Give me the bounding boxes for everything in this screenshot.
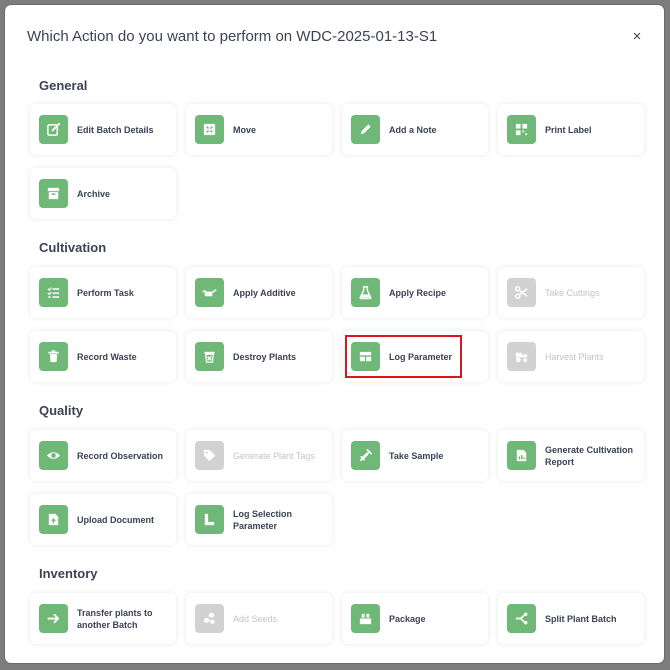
arrow-right-icon — [39, 604, 68, 633]
syringe-icon — [351, 441, 380, 470]
take-cuttings-button: Take Cuttings — [498, 267, 644, 318]
package-button[interactable]: Package — [342, 593, 488, 644]
apply-additive-button[interactable]: Apply Additive — [186, 267, 332, 318]
seeds-icon — [195, 604, 224, 633]
report-file-icon — [507, 441, 536, 470]
log-parameter-button[interactable]: Log Parameter — [342, 331, 488, 382]
log-selection-parameter-button[interactable]: Log Selection Parameter — [186, 494, 332, 545]
flask-icon — [351, 278, 380, 307]
package-boxes-icon — [351, 604, 380, 633]
perform-task-button[interactable]: Perform Task — [30, 267, 176, 318]
package-label: Package — [389, 613, 426, 624]
record-observation-label: Record Observation — [77, 450, 164, 461]
generate-plant-tags-label: Generate Plant Tags — [233, 450, 315, 461]
edit-batch-details-button[interactable]: Edit Batch Details — [30, 104, 176, 155]
task-list-icon — [39, 278, 68, 307]
archive-label: Archive — [77, 188, 111, 199]
archive-box-icon — [39, 179, 68, 208]
split-plant-batch-button[interactable]: Split Plant Batch — [498, 593, 644, 644]
add-note-button[interactable]: Add a Note — [342, 104, 488, 155]
apply-recipe-label: Apply Recipe — [389, 287, 447, 298]
print-label-button[interactable]: Print Label — [498, 104, 644, 155]
move-button[interactable]: Move — [186, 104, 332, 155]
tag-icon — [195, 441, 224, 470]
pencil-icon — [351, 115, 380, 144]
tractor-icon — [507, 342, 536, 371]
log-selection-parameter-label: Log Selection Parameter — [233, 508, 293, 531]
l-shape-icon — [195, 505, 224, 534]
trash-x-icon — [195, 342, 224, 371]
record-waste-button[interactable]: Record Waste — [30, 331, 176, 382]
split-plant-batch-label: Split Plant Batch — [545, 613, 617, 624]
add-note-label: Add a Note — [389, 124, 437, 135]
eye-icon — [39, 441, 68, 470]
move-arrows-icon — [195, 115, 224, 144]
destroy-plants-label: Destroy Plants — [233, 351, 297, 362]
section-title-inventory: Inventory — [39, 566, 98, 581]
apply-additive-label: Apply Additive — [233, 287, 296, 298]
generate-cultivation-report-label: Generate Cultivation Report — [545, 444, 634, 467]
destroy-plants-button[interactable]: Destroy Plants — [186, 331, 332, 382]
harvest-plants-label: Harvest Plants — [545, 351, 604, 362]
close-button[interactable]: × — [629, 29, 645, 45]
record-observation-button[interactable]: Record Observation — [30, 430, 176, 481]
qr-code-icon — [507, 115, 536, 144]
perform-task-label: Perform Task — [77, 287, 134, 298]
section-title-cultivation: Cultivation — [39, 240, 107, 255]
upload-file-icon — [39, 505, 68, 534]
section-title-general: General — [39, 78, 88, 93]
modal-title: Which Action do you want to perform on W… — [27, 28, 438, 45]
record-waste-label: Record Waste — [77, 351, 137, 362]
take-sample-label: Take Sample — [389, 450, 444, 461]
print-label-label: Print Label — [545, 124, 592, 135]
take-sample-button[interactable]: Take Sample — [342, 430, 488, 481]
add-seeds-label: Add Seeds — [233, 613, 278, 624]
upload-document-label: Upload Document — [77, 514, 155, 525]
edit-batch-details-label: Edit Batch Details — [77, 124, 154, 135]
generate-plant-tags-button: Generate Plant Tags — [186, 430, 332, 481]
generate-cultivation-report-button[interactable]: Generate Cultivation Report — [498, 430, 644, 481]
trash-icon — [39, 342, 68, 371]
split-branch-icon — [507, 604, 536, 633]
watering-can-icon — [195, 278, 224, 307]
transfer-plants-label: Transfer plants to another Batch — [77, 607, 153, 630]
move-label: Move — [233, 124, 257, 135]
section-title-quality: Quality — [39, 403, 84, 418]
log-parameter-label: Log Parameter — [389, 351, 453, 362]
table-grid-icon — [351, 342, 380, 371]
action-modal: Which Action do you want to perform on W… — [5, 5, 664, 663]
archive-button[interactable]: Archive — [30, 168, 176, 219]
transfer-plants-button[interactable]: Transfer plants to another Batch — [30, 593, 176, 644]
take-cuttings-label: Take Cuttings — [545, 287, 600, 298]
edit-icon — [39, 115, 68, 144]
harvest-plants-button: Harvest Plants — [498, 331, 644, 382]
scissors-icon — [507, 278, 536, 307]
apply-recipe-button[interactable]: Apply Recipe — [342, 267, 488, 318]
add-seeds-button: Add Seeds — [186, 593, 332, 644]
upload-document-button[interactable]: Upload Document — [30, 494, 176, 545]
